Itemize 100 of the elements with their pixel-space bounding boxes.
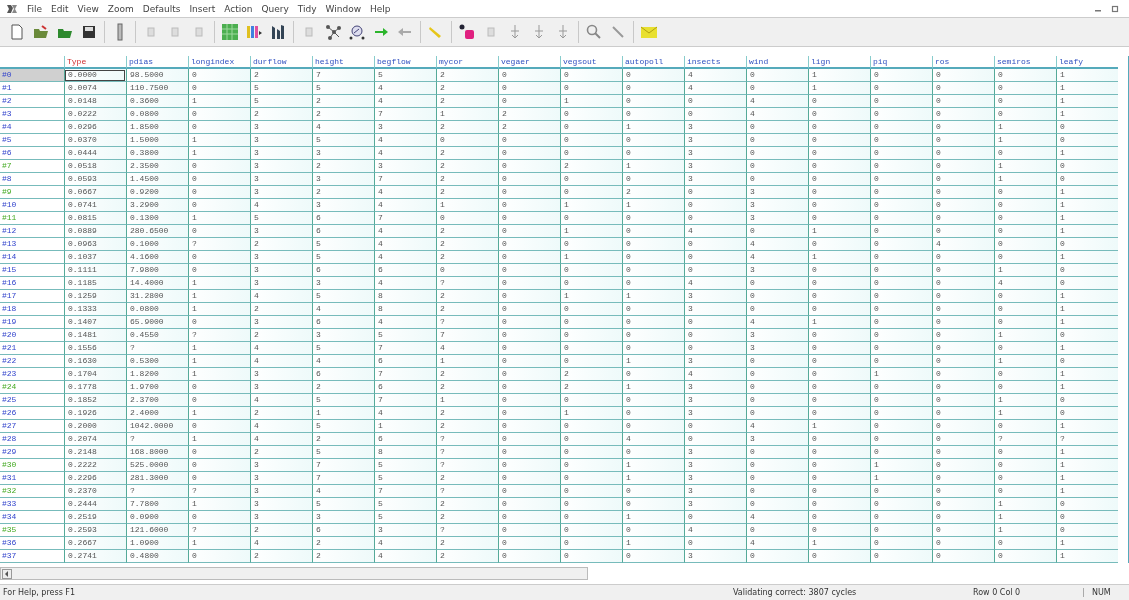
menu-item[interactable]: Help	[370, 3, 391, 14]
row-header[interactable]: #20	[0, 329, 64, 342]
menu-item[interactable]: View	[77, 3, 99, 14]
table-cell: 0	[188, 420, 250, 433]
row-header[interactable]: #34	[0, 511, 64, 524]
row-header[interactable]: #31	[0, 472, 64, 485]
row-header[interactable]: #16	[0, 277, 64, 290]
row-header[interactable]: #4	[0, 121, 64, 134]
table-cell: 0	[684, 316, 746, 329]
column-header[interactable]: leafy	[1056, 56, 1118, 69]
column-header[interactable]: vegaer	[498, 56, 560, 69]
row-header[interactable]: #10	[0, 199, 64, 212]
row-header[interactable]: #3	[0, 108, 64, 121]
open-folder-icon[interactable]	[32, 23, 50, 41]
table-cell: 0	[932, 446, 994, 459]
row-header[interactable]: #15	[0, 264, 64, 277]
row-header[interactable]: #21	[0, 342, 64, 355]
column-header[interactable]: insects	[684, 56, 746, 69]
row-header[interactable]: #5	[0, 134, 64, 147]
column-header[interactable]: durflow	[250, 56, 312, 69]
menu-item[interactable]: Edit	[51, 3, 69, 14]
menu-item[interactable]: Query	[261, 3, 289, 14]
row-header[interactable]: #18	[0, 303, 64, 316]
column-header[interactable]: longindex	[188, 56, 250, 69]
column-header[interactable]: wind	[746, 56, 808, 69]
row-header[interactable]: #2	[0, 95, 64, 108]
row-header[interactable]: #37	[0, 550, 64, 563]
table-cell: 6	[312, 524, 374, 537]
network-icon[interactable]	[324, 23, 342, 41]
row-header[interactable]: #8	[0, 173, 64, 186]
row-header[interactable]: #29	[0, 446, 64, 459]
column-header[interactable]: mycor	[436, 56, 498, 69]
row-header[interactable]: #23	[0, 368, 64, 381]
table-cell: 0	[746, 355, 808, 368]
column-header[interactable]: piq	[870, 56, 932, 69]
column-header[interactable]: pdias	[126, 56, 188, 69]
table-cell: 0	[498, 134, 560, 147]
add-node-icon[interactable]	[458, 23, 476, 41]
menu-item[interactable]: Zoom	[107, 3, 134, 14]
row-header[interactable]: #6	[0, 147, 64, 160]
column-header[interactable]: height	[312, 56, 374, 69]
row-header[interactable]: #17	[0, 290, 64, 303]
column-header[interactable]: lign	[808, 56, 870, 69]
row-header[interactable]: #12	[0, 225, 64, 238]
table-cell: 0	[808, 472, 870, 485]
row-header[interactable]: #0	[0, 69, 64, 82]
table-cell: 0	[870, 407, 932, 420]
row-header[interactable]: #36	[0, 537, 64, 550]
menu-item[interactable]: Action	[224, 3, 253, 14]
menu-item[interactable]: Tidy	[297, 3, 317, 14]
table-cell: 2	[312, 433, 374, 446]
horizontal-scrollbar[interactable]	[0, 567, 588, 580]
table-cell: 3	[250, 459, 312, 472]
row-header[interactable]: #28	[0, 433, 64, 446]
row-header[interactable]: #19	[0, 316, 64, 329]
search-icon[interactable]	[585, 23, 603, 41]
menu-item[interactable]: Window	[325, 3, 362, 14]
table-cell: 0.5300	[126, 355, 188, 368]
restore-icon[interactable]	[1111, 4, 1119, 13]
table-cell: ?	[436, 459, 498, 472]
table-cell: 2	[436, 498, 498, 511]
table-cell: 2	[312, 160, 374, 173]
bar-chart-icon[interactable]	[269, 23, 287, 41]
column-header[interactable]: begflow	[374, 56, 436, 69]
table-cell: 0.0741	[64, 199, 126, 212]
columns-icon[interactable]	[245, 23, 263, 41]
column-header[interactable]: ros	[932, 56, 994, 69]
row-header[interactable]: #13	[0, 238, 64, 251]
table-cell: 0	[622, 407, 684, 420]
row-header[interactable]: #27	[0, 420, 64, 433]
status-message: Validating correct: 3807 cycles	[733, 588, 858, 597]
table-cell: 0	[746, 381, 808, 394]
table-cell: 0	[870, 108, 932, 121]
network-search-icon[interactable]	[348, 23, 366, 41]
row-header[interactable]: #25	[0, 394, 64, 407]
table-cell: 0	[746, 368, 808, 381]
table-cell: 1	[188, 342, 250, 355]
row-header[interactable]: #14	[0, 251, 64, 264]
row-header[interactable]: #22	[0, 355, 64, 368]
column-header[interactable]: Type	[64, 56, 126, 69]
column-header[interactable]: semiros	[994, 56, 1056, 69]
table-cell: 0	[188, 186, 250, 199]
app-icon[interactable]	[6, 2, 18, 15]
table-cell: 0	[808, 173, 870, 186]
row-header[interactable]: #1	[0, 82, 64, 95]
table-cell: 0	[560, 134, 622, 147]
column-header[interactable]: autopoll	[622, 56, 684, 69]
scroll-left-icon[interactable]	[2, 568, 12, 579]
menu-item[interactable]: File	[27, 3, 43, 14]
save-icon[interactable]	[80, 23, 98, 41]
row-header[interactable]: #26	[0, 407, 64, 420]
menu-item[interactable]: Insert	[189, 3, 216, 14]
table-cell: 4	[250, 342, 312, 355]
column-header[interactable]: vegsout	[560, 56, 622, 69]
table-cell: 0	[560, 303, 622, 316]
row-header[interactable]: #33	[0, 498, 64, 511]
new-file-icon[interactable]	[8, 23, 26, 41]
table-cell: 0	[870, 355, 932, 368]
grid-icon[interactable]	[221, 23, 239, 41]
menu-item[interactable]: Defaults	[142, 3, 181, 14]
